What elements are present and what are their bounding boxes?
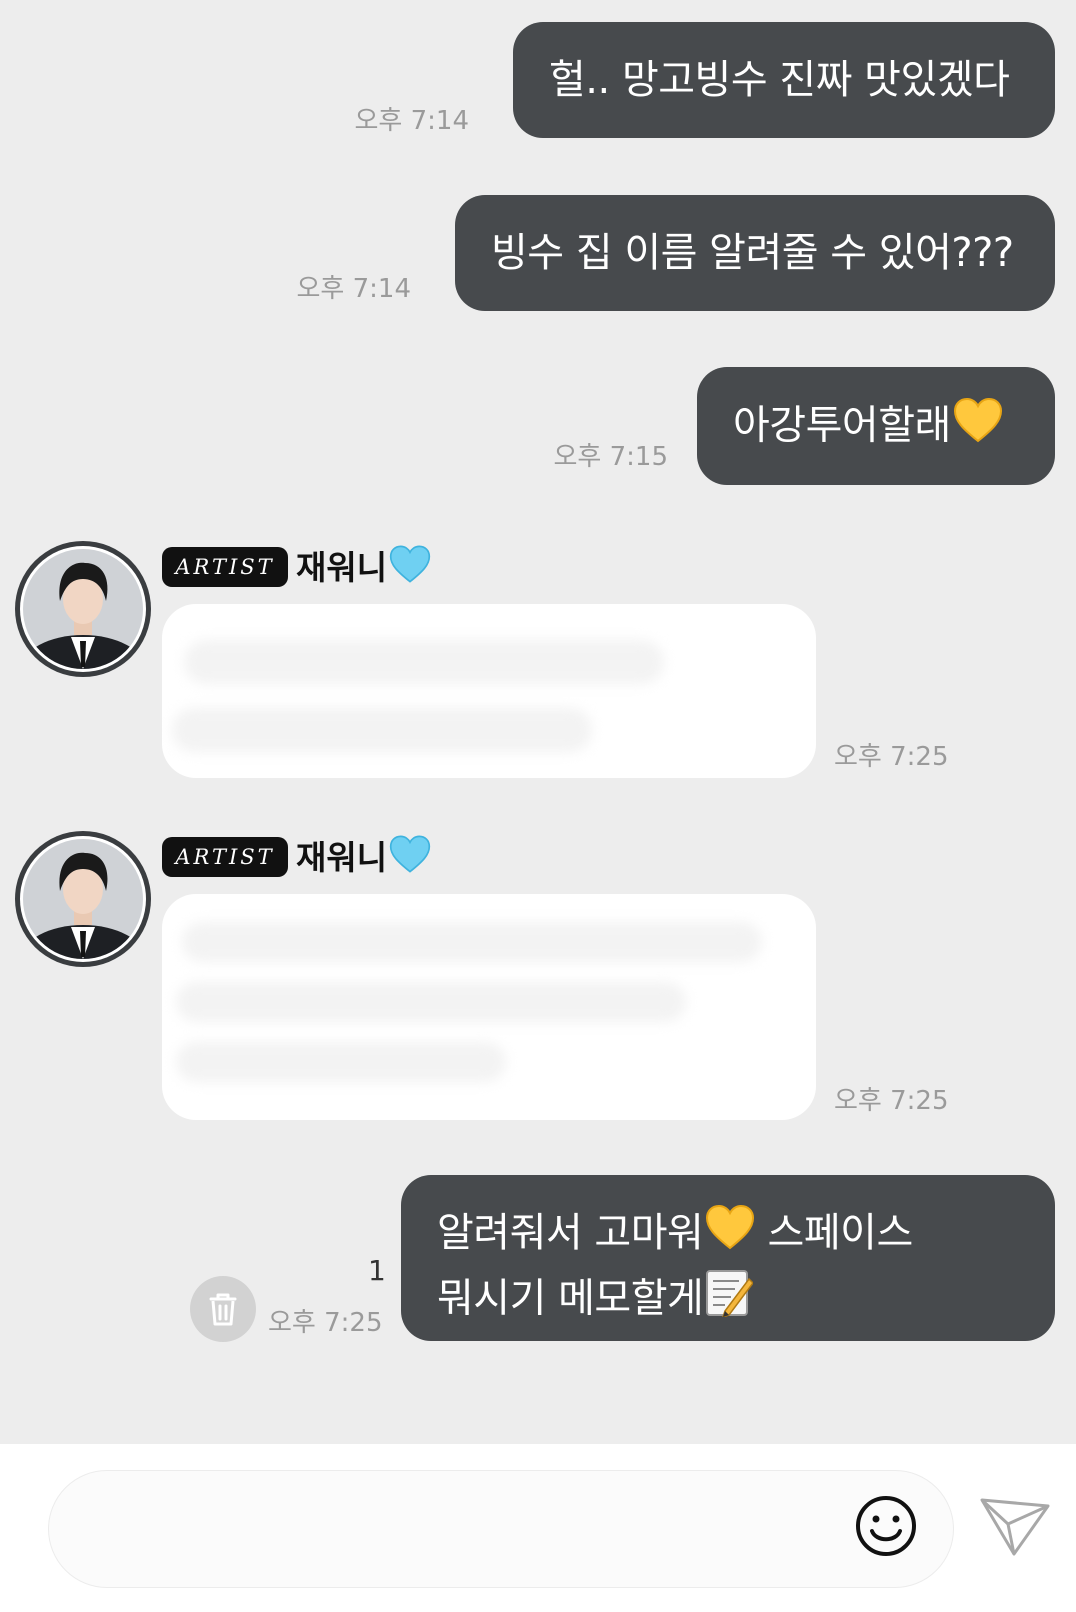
- paper-plane-icon: [980, 1498, 1050, 1556]
- message-text-line: 뭐시기 메모할게: [437, 1267, 1055, 1334]
- smiley-icon: [856, 1496, 916, 1556]
- send-button[interactable]: [978, 1492, 1052, 1558]
- outgoing-message-bubble[interactable]: 알려줘서 고마워 스페이스 뭐시기 메모할게: [401, 1175, 1055, 1341]
- delete-button[interactable]: [190, 1276, 256, 1342]
- profile-photo: [23, 839, 143, 959]
- message-timestamp: 오후 7:25: [268, 1308, 383, 1338]
- message-text-line: 알려줘서 고마워 스페이스: [437, 1203, 1055, 1267]
- redacted-text: [176, 1042, 506, 1082]
- message-text: 빙수 집 이름 알려줄 수 있어???: [491, 230, 1014, 276]
- redacted-text: [172, 708, 592, 752]
- outgoing-message-bubble[interactable]: 아강투어할래: [697, 367, 1055, 485]
- redacted-text: [176, 982, 686, 1022]
- message-timestamp: 오후 7:14: [354, 106, 470, 136]
- blue-heart-icon: [389, 834, 431, 885]
- trash-icon: [209, 1293, 237, 1326]
- incoming-message-bubble[interactable]: [162, 894, 816, 1120]
- redacted-text: [184, 640, 664, 684]
- artist-avatar[interactable]: [15, 831, 151, 967]
- artist-badge: ARTIST: [162, 547, 288, 587]
- message-input-bar: [0, 1444, 1076, 1612]
- memo-icon: [705, 1267, 755, 1334]
- emoji-button[interactable]: [854, 1494, 918, 1558]
- yellow-heart-icon: [953, 397, 1003, 458]
- artist-badge: ARTIST: [162, 837, 288, 877]
- message-timestamp: 오후 7:14: [296, 274, 412, 304]
- artist-avatar[interactable]: [15, 541, 151, 677]
- blue-heart-icon: [389, 544, 431, 595]
- redacted-text: [182, 922, 762, 962]
- incoming-message-bubble[interactable]: [162, 604, 816, 778]
- profile-photo: [23, 549, 143, 669]
- outgoing-message-bubble[interactable]: 빙수 집 이름 알려줄 수 있어???: [455, 195, 1055, 311]
- yellow-heart-icon: [705, 1204, 755, 1267]
- outgoing-message-bubble[interactable]: 헐.. 망고빙수 진짜 맛있겠다: [513, 22, 1055, 138]
- message-input[interactable]: [48, 1470, 954, 1588]
- artist-name: 재워니: [296, 834, 431, 885]
- message-text: 헐.. 망고빙수 진짜 맛있겠다: [549, 57, 1010, 103]
- unread-count: 1: [368, 1254, 386, 1287]
- message-text: 아강투어할래: [733, 402, 951, 449]
- message-timestamp: 오후 7:15: [553, 442, 669, 472]
- message-timestamp: 오후 7:25: [834, 742, 949, 772]
- artist-name: 재워니: [296, 544, 431, 595]
- message-timestamp: 오후 7:25: [834, 1086, 949, 1116]
